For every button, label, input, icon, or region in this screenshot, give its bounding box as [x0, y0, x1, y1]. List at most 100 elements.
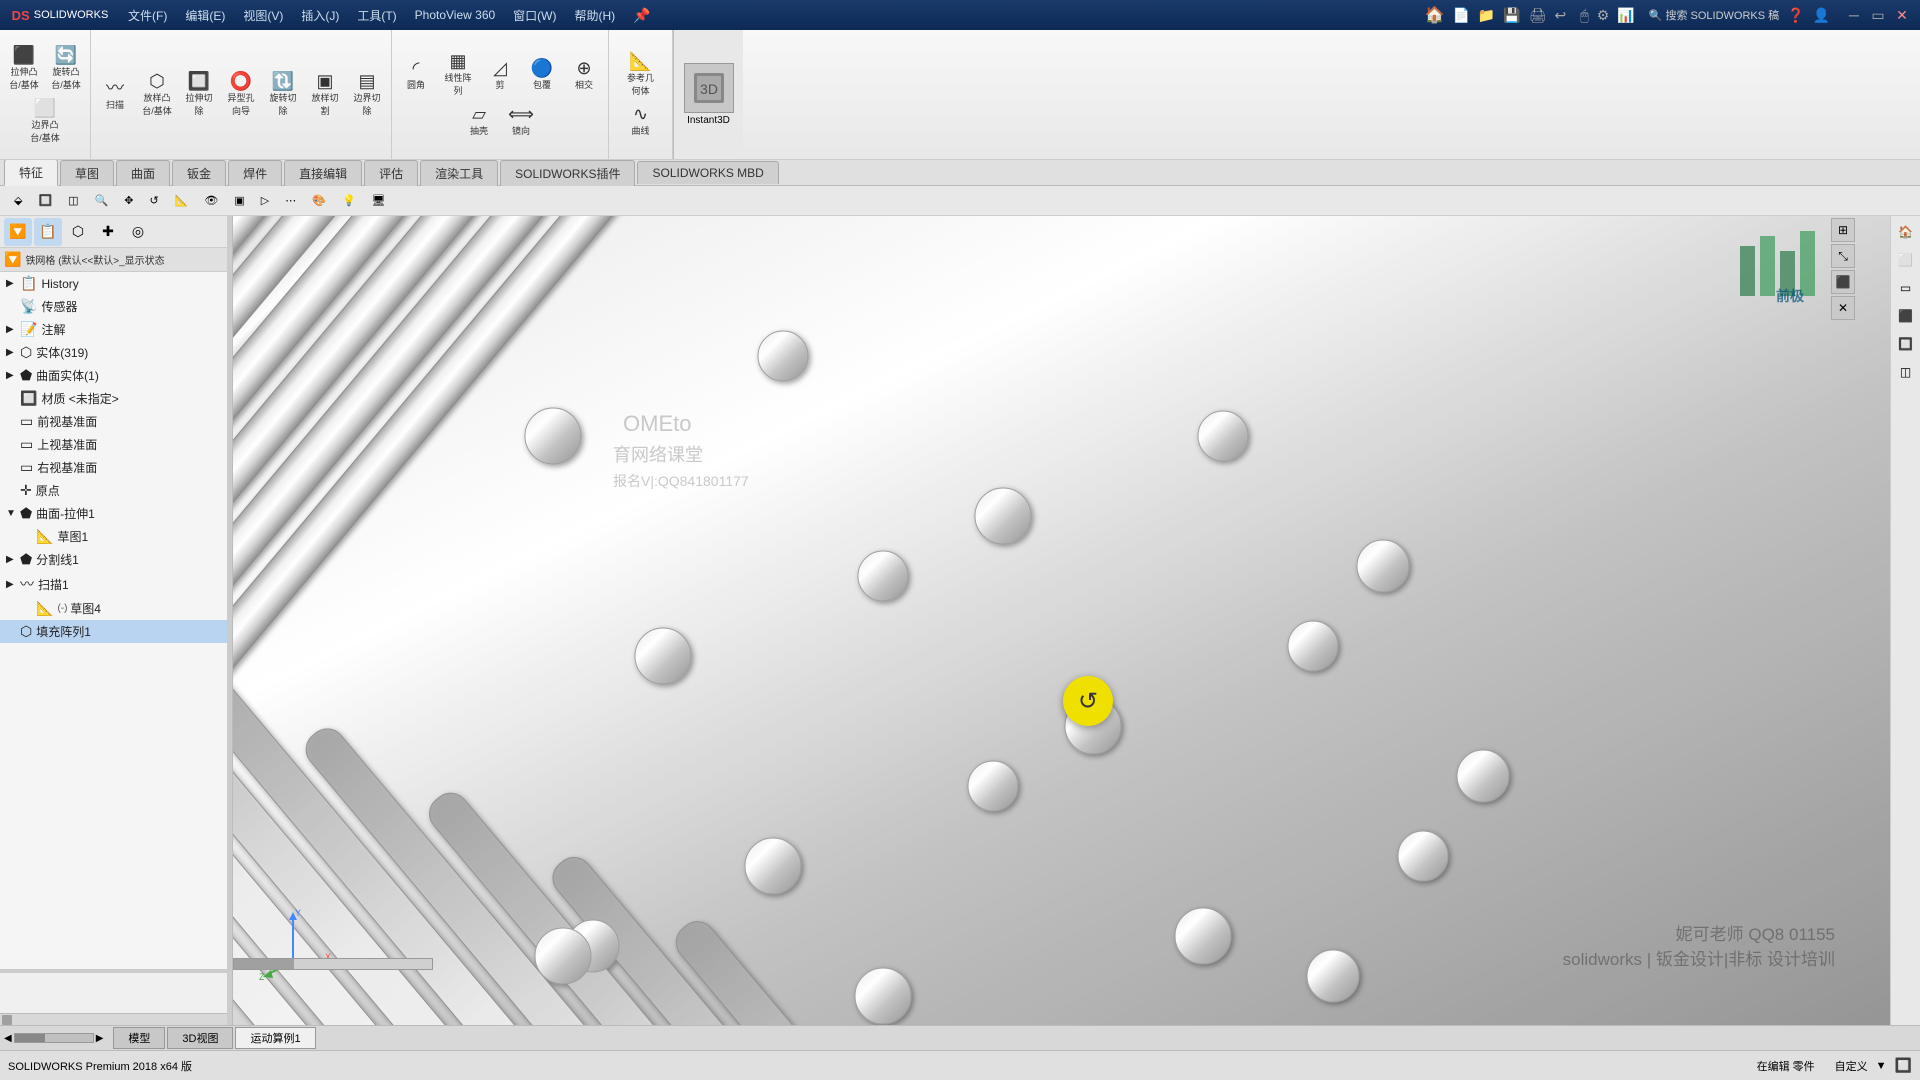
view-section-right-button[interactable]: ◫: [1894, 360, 1918, 384]
viewport-hscroll[interactable]: [233, 958, 433, 970]
panel-display-button[interactable]: ◎: [124, 218, 152, 246]
view-rotate-button[interactable]: ↺: [144, 192, 165, 209]
scroll-thumb[interactable]: [15, 1034, 45, 1042]
view-right-side-button[interactable]: ▭: [1894, 276, 1918, 300]
view-full-btn[interactable]: ⤡: [1831, 244, 1855, 268]
view-appear-button[interactable]: ▣: [228, 192, 250, 209]
tree-item-split-line[interactable]: ▶ ⬟ 分割线1: [0, 548, 227, 571]
view-display-button[interactable]: 🎨: [306, 192, 332, 209]
tree-item-origin[interactable]: ✛ 原点: [0, 479, 227, 502]
minimize-button[interactable]: ─: [1844, 5, 1864, 25]
fillet-button[interactable]: ◜ 圆角: [396, 56, 436, 94]
menu-view[interactable]: 视图(V): [235, 3, 291, 28]
view-3d-button[interactable]: 🔲: [32, 192, 58, 209]
tree-item-solids[interactable]: ▶ ⬡ 实体(319): [0, 341, 227, 364]
view-pan-button[interactable]: ✥: [118, 192, 139, 209]
tree-item-fill-pattern[interactable]: ⬡ 填充阵列1: [0, 620, 227, 643]
ref-geometry-button[interactable]: 📐 参考几何体: [613, 49, 668, 100]
view-hide-button[interactable]: 👁: [198, 192, 224, 209]
tab-evaluate[interactable]: 评估: [364, 160, 418, 186]
revolve-cut-button[interactable]: 🔃 旋转切除: [263, 69, 303, 120]
view-front-button[interactable]: ⬜: [1894, 248, 1918, 272]
scroll-track[interactable]: [14, 1033, 94, 1043]
tree-item-sensors[interactable]: 📡 传感器: [0, 295, 227, 318]
tab-render[interactable]: 渲染工具: [420, 160, 498, 186]
tree-item-top-plane[interactable]: ▭ 上视基准面: [0, 433, 227, 456]
view-select-button[interactable]: ▷: [255, 192, 275, 209]
scroll-left-btn[interactable]: ◀: [4, 1033, 12, 1044]
close-button[interactable]: ✕: [1892, 5, 1912, 25]
view-sketch-button[interactable]: 📐: [169, 192, 195, 209]
tree-item-sketch1[interactable]: 📐 草图1: [0, 525, 227, 548]
view-orient-btn[interactable]: ⊞: [1831, 218, 1855, 242]
viewport-canvas[interactable]: OMEto 育网络课堂 报名V|:QQ841801177 妮可老师 QQ8 01…: [233, 216, 1890, 1025]
curves-button[interactable]: ∿ 曲线: [621, 102, 661, 140]
hole-wizard-button[interactable]: ⭕ 异型孔向导: [221, 69, 261, 120]
tab-features[interactable]: 特征: [4, 159, 58, 186]
view-maximize-btn[interactable]: ⬛: [1831, 270, 1855, 294]
loft-cut-button[interactable]: ▣ 放样切割: [305, 69, 345, 120]
sweep-button[interactable]: 〰 扫描: [95, 76, 135, 114]
tree-item-right-plane[interactable]: ▭ 右视基准面: [0, 456, 227, 479]
tree-item-material[interactable]: 🔲 材质 <未指定>: [0, 387, 227, 410]
scroll-right-btn[interactable]: ▶: [96, 1033, 104, 1044]
view-3d-right-button[interactable]: 🔲: [1894, 332, 1918, 356]
wrap-button[interactable]: 🔵 包覆: [522, 56, 562, 94]
view-top-button[interactable]: ⬛: [1894, 304, 1918, 328]
restore-button[interactable]: ▭: [1868, 5, 1888, 25]
viewport[interactable]: OMEto 育网络课堂 报名V|:QQ841801177 妮可老师 QQ8 01…: [233, 216, 1890, 1025]
tree-item-history[interactable]: ▶ 📋 History: [0, 272, 227, 295]
hscroll-thumb[interactable]: [2, 1015, 12, 1025]
home-view-button[interactable]: 🏠: [1894, 220, 1918, 244]
view-lights-button[interactable]: 💡: [336, 192, 362, 209]
mirror-button[interactable]: ⟺ 镜向: [501, 102, 541, 140]
view-zoom-button[interactable]: 🔍: [89, 192, 115, 209]
tab-mbd[interactable]: SOLIDWORKS MBD: [637, 161, 778, 184]
tab-direct-edit[interactable]: 直接编辑: [284, 160, 362, 186]
menu-photoview[interactable]: PhotoView 360: [407, 4, 504, 26]
tab-model[interactable]: 模型: [113, 1027, 165, 1049]
tab-weldment[interactable]: 焊件: [228, 160, 282, 186]
view-screen-button[interactable]: 🖥: [366, 192, 392, 209]
extrude-cut-button[interactable]: 🔲 拉伸切除: [179, 69, 219, 120]
tree-item-front-plane[interactable]: ▭ 前视基准面: [0, 410, 227, 433]
panel-tree-button[interactable]: 📋: [34, 218, 62, 246]
boundary-cut-button[interactable]: ▤ 边界切除: [347, 69, 387, 120]
revolve-boss-button[interactable]: 🔄 旋转凸台/基体: [46, 43, 86, 94]
tab-sheetmetal[interactable]: 钣金: [172, 160, 226, 186]
menu-insert[interactable]: 插入(J): [293, 3, 347, 28]
panel-hscroll[interactable]: [0, 1013, 227, 1025]
view-more-button[interactable]: ⋯: [279, 192, 302, 209]
view-close-btn[interactable]: ✕: [1831, 296, 1855, 320]
loft-boss-button[interactable]: ⬡ 放样凸台/基体: [137, 69, 177, 120]
menu-window[interactable]: 窗口(W): [505, 3, 564, 28]
tree-item-sweep1[interactable]: ▶ 〰 扫描1: [0, 571, 227, 597]
tree-item-surface-extrude[interactable]: ▼ ⬟ 曲面-拉伸1: [0, 502, 227, 525]
hscroll-bar[interactable]: ◀ ▶: [4, 1033, 103, 1044]
tab-surface[interactable]: 曲面: [116, 160, 170, 186]
tree-item-sketch4[interactable]: 📐 (-) 草图4: [0, 597, 227, 620]
tree-item-annotations[interactable]: ▶ 📝 注解: [0, 318, 227, 341]
tree-item-surface-bodies[interactable]: ▶ ⬟ 曲面实体(1): [0, 364, 227, 387]
tab-3dview[interactable]: 3D视图: [167, 1027, 233, 1049]
instant3d-button[interactable]: 3D Instant3D: [673, 30, 743, 159]
view-section-button[interactable]: ◫: [62, 192, 84, 209]
chamfer-button[interactable]: ◿ 剪: [480, 56, 520, 94]
intersect-button[interactable]: ⊕ 相交: [564, 56, 604, 94]
menu-tools[interactable]: 工具(T): [349, 3, 404, 28]
view-orient-button[interactable]: ⬙: [8, 192, 28, 209]
menu-help[interactable]: 帮助(H): [567, 3, 624, 28]
menu-file[interactable]: 文件(F): [120, 3, 175, 28]
linear-pattern-button[interactable]: ▦ 线性阵列: [438, 49, 478, 100]
boundary-boss-button[interactable]: ⬜ 边界凸台/基体: [25, 96, 65, 147]
hscroll-thumb[interactable]: [234, 959, 294, 969]
menu-pin[interactable]: 📌: [625, 3, 658, 28]
extrude-boss-button[interactable]: ⬛ 拉伸凸台/基体: [4, 43, 44, 94]
panel-filter-button[interactable]: 🔽: [4, 218, 32, 246]
menu-edit[interactable]: 编辑(E): [177, 3, 233, 28]
tab-motion[interactable]: 运动算例1: [235, 1027, 315, 1049]
shell-button[interactable]: ▱ 抽壳: [459, 102, 499, 140]
panel-config-button[interactable]: ✚: [94, 218, 122, 246]
tab-sketch[interactable]: 草图: [60, 160, 114, 186]
tab-addins[interactable]: SOLIDWORKS插件: [500, 160, 635, 186]
